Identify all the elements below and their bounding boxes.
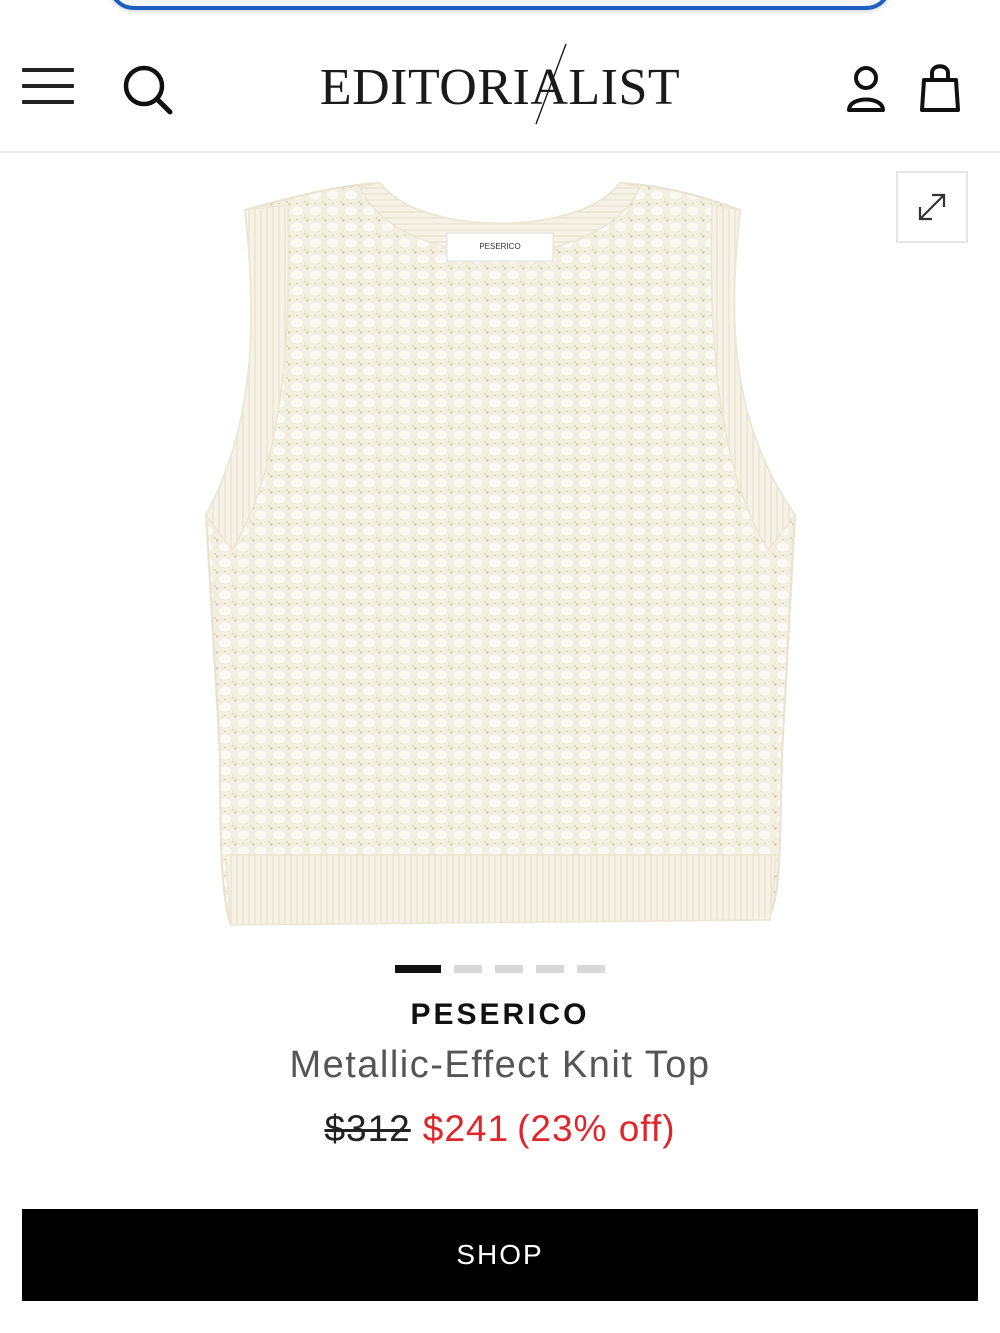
product-name: Metallic-Effect Knit Top xyxy=(289,1044,711,1086)
product-brand[interactable]: PESERICO xyxy=(0,998,1000,1032)
user-icon[interactable] xyxy=(844,64,888,114)
browser-address-bar xyxy=(0,0,1000,14)
price-row: $312 $241 (23% off) xyxy=(0,1108,1000,1150)
search-icon[interactable] xyxy=(120,62,174,116)
carousel-dot-4[interactable] xyxy=(536,965,564,973)
hamburger-menu-icon[interactable] xyxy=(22,66,74,106)
garment-label-text: PESERICO xyxy=(479,242,520,251)
logo-slash-mark xyxy=(535,43,567,125)
expand-image-button[interactable] xyxy=(896,171,968,243)
discount-badge: (23% off) xyxy=(517,1108,676,1149)
product-image[interactable]: PESERICO xyxy=(0,155,1000,945)
site-header: EDITORIALIST xyxy=(0,14,1000,153)
carousel-dot-1[interactable] xyxy=(395,965,441,973)
carousel-dot-2[interactable] xyxy=(454,965,482,973)
carousel-dot-5[interactable] xyxy=(577,965,605,973)
original-price: $312 xyxy=(324,1108,411,1149)
logo-text: EDITORIALIST xyxy=(319,59,681,116)
shop-button[interactable]: SHOP xyxy=(22,1209,978,1301)
expand-arrows-icon xyxy=(918,193,946,221)
carousel-dots xyxy=(0,963,1000,975)
carousel-dot-3[interactable] xyxy=(495,965,523,973)
address-bar-pill[interactable] xyxy=(108,0,892,10)
shopping-bag-icon[interactable] xyxy=(918,60,962,114)
sale-price: $241 xyxy=(422,1108,510,1149)
vest-body xyxy=(204,181,797,925)
site-logo[interactable]: EDITORIALIST xyxy=(300,42,700,132)
